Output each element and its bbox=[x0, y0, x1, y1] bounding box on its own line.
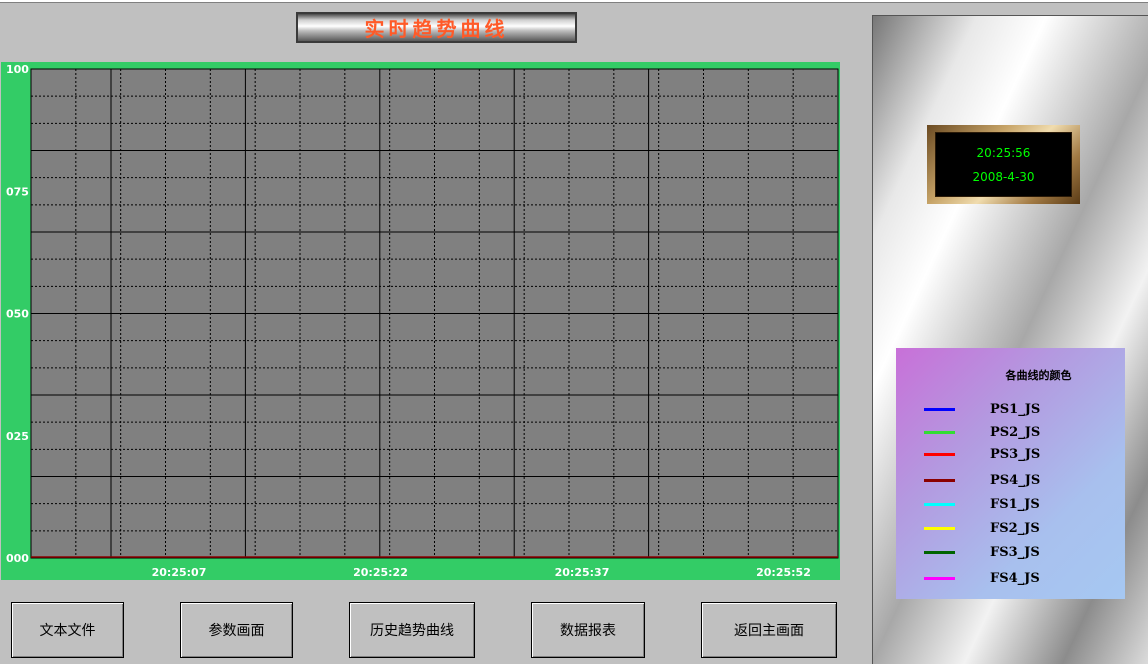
data-report-button[interactable]: 数据报表 bbox=[531, 602, 645, 658]
x-tick-label: 20:25:22 bbox=[353, 566, 408, 579]
legend-label: PS2_JS bbox=[990, 425, 1041, 440]
curve-legend: 各曲线的颜色 PS1_JS PS2_JS PS3_JS PS4_JS FS1_J… bbox=[896, 348, 1125, 599]
legend-swatch bbox=[924, 453, 955, 456]
legend-item: FS1_JS bbox=[896, 495, 1125, 515]
legend-label: FS3_JS bbox=[990, 545, 1040, 560]
legend-label: PS3_JS bbox=[990, 447, 1041, 462]
legend-item: PS4_JS bbox=[896, 471, 1125, 491]
legend-label: PS1_JS bbox=[990, 402, 1041, 417]
legend-swatch bbox=[924, 551, 955, 554]
y-tick-label: 075 bbox=[6, 185, 29, 198]
clock-display: 20:25:56 2008-4-30 bbox=[935, 132, 1072, 197]
legend-label: FS4_JS bbox=[990, 571, 1040, 586]
return-main-button[interactable]: 返回主画面 bbox=[701, 602, 837, 658]
y-tick-label: 025 bbox=[6, 430, 29, 443]
trend-chart: 100 075 050 025 000 20:25:07 20:25:22 20:25:37 2… bbox=[1, 62, 840, 580]
legend-item: PS1_JS bbox=[896, 400, 1125, 420]
y-tick-label: 100 bbox=[6, 63, 29, 76]
parameter-screen-button[interactable]: 参数画面 bbox=[180, 602, 293, 658]
legend-item: PS2_JS bbox=[896, 423, 1125, 443]
title-plate: 实时趋势曲线 bbox=[296, 12, 577, 43]
clock-date: 2008-4-30 bbox=[972, 169, 1035, 184]
x-tick-label: 20:25:52 bbox=[756, 566, 811, 579]
clock-frame: 20:25:56 2008-4-30 bbox=[927, 125, 1080, 204]
legend-item: FS2_JS bbox=[896, 519, 1125, 539]
y-tick-label: 000 bbox=[6, 552, 29, 565]
text-file-button[interactable]: 文本文件 bbox=[11, 602, 124, 658]
legend-label: PS4_JS bbox=[990, 473, 1041, 488]
page-title: 实时趋势曲线 bbox=[364, 17, 509, 41]
legend-label: FS2_JS bbox=[990, 521, 1040, 536]
legend-item: FS4_JS bbox=[896, 569, 1125, 589]
legend-item: PS3_JS bbox=[896, 445, 1125, 465]
legend-title: 各曲线的颜色 bbox=[1005, 369, 1072, 382]
history-trend-button[interactable]: 历史趋势曲线 bbox=[349, 602, 475, 658]
legend-swatch bbox=[924, 479, 955, 482]
legend-label: FS1_JS bbox=[990, 497, 1040, 512]
legend-swatch bbox=[924, 431, 955, 434]
x-tick-label: 20:25:37 bbox=[555, 566, 610, 579]
clock-time: 20:25:56 bbox=[976, 145, 1031, 160]
legend-swatch bbox=[924, 503, 955, 506]
legend-item: FS3_JS bbox=[896, 543, 1125, 563]
x-tick-label: 20:25:07 bbox=[152, 566, 207, 579]
trend-plot-area: 100 075 050 025 000 20:25:07 20:25:22 20:25:37 2… bbox=[6, 63, 839, 579]
legend-swatch bbox=[924, 408, 955, 411]
legend-swatch bbox=[924, 577, 955, 580]
y-tick-label: 050 bbox=[6, 308, 29, 321]
top-edge bbox=[0, 0, 1148, 3]
legend-swatch bbox=[924, 527, 955, 530]
